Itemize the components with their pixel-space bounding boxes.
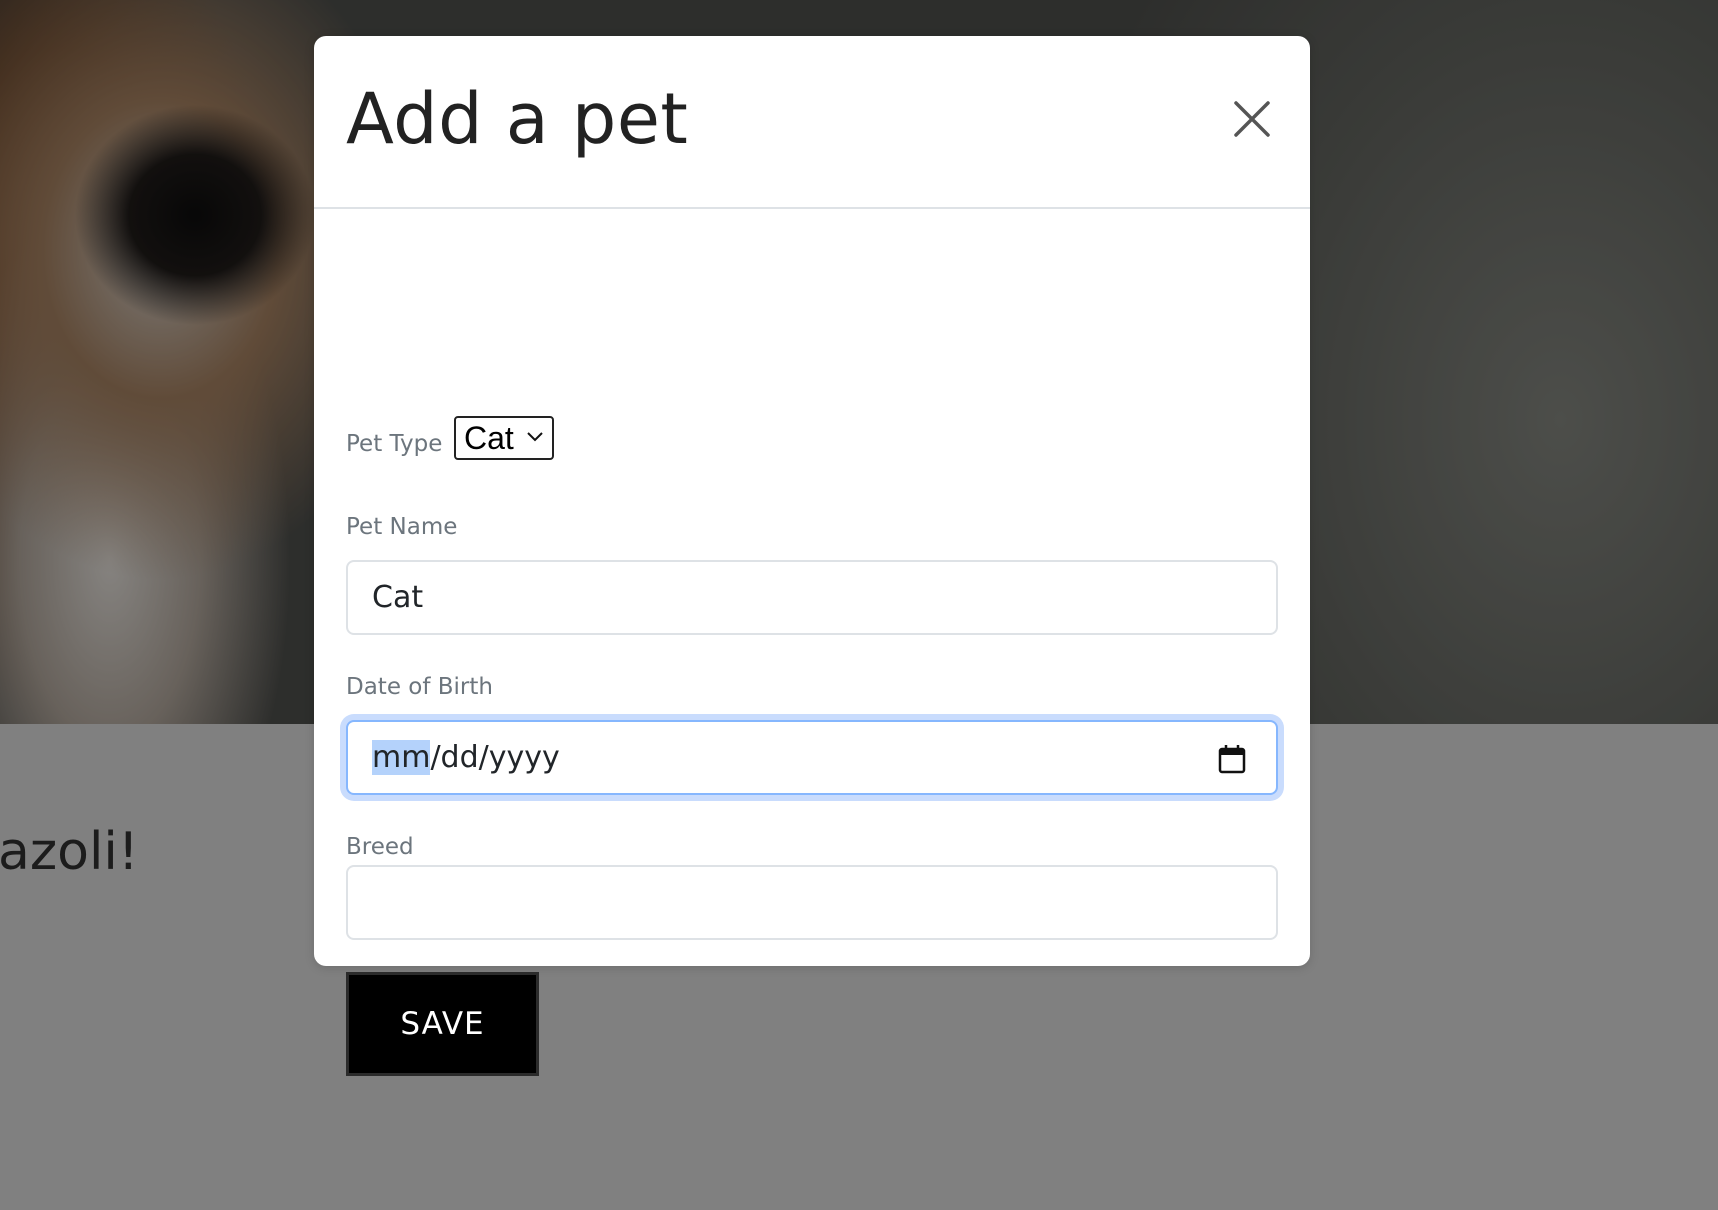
date-month-segment[interactable]: mm [372,740,431,775]
save-button[interactable]: SAVE [346,972,539,1076]
pet-name-input[interactable]: Cat [346,560,1278,635]
date-of-birth-placeholder: mm/dd/yyyy [372,740,560,775]
pet-name-value: Cat [372,580,424,615]
pet-type-select[interactable]: Cat [454,416,554,460]
chevron-down-icon [527,432,543,442]
calendar-icon[interactable] [1218,744,1246,774]
add-pet-modal: Add a pet Pet Type Cat Pet Name Cat Date… [314,36,1310,1076]
date-of-birth-input[interactable]: mm/dd/yyyy [346,720,1278,795]
pet-type-selected-value: Cat [464,419,514,456]
modal-header: Add a pet [314,36,1310,209]
date-rest-segment[interactable]: /dd/yyyy [430,740,559,775]
breed-input[interactable] [346,865,1278,940]
close-button[interactable] [1234,101,1270,137]
modal-title: Add a pet [346,78,689,160]
date-of-birth-label: Date of Birth [346,674,493,700]
pet-name-label: Pet Name [346,514,458,540]
breed-label: Breed [346,834,414,860]
background-greeting-text: azoli! [0,822,139,882]
pet-type-label: Pet Type [346,431,443,457]
close-icon [1234,101,1270,137]
